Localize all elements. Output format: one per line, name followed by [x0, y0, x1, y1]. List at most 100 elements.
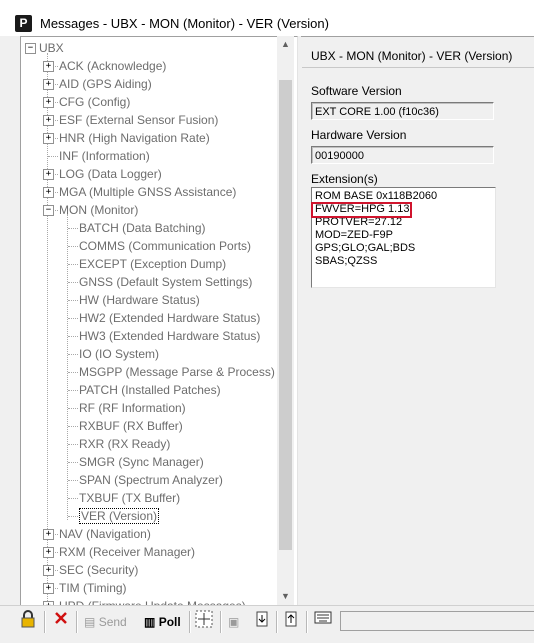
tree-item[interactable]: NAV (Navigation) — [59, 525, 151, 543]
tree-guide-line — [68, 300, 78, 301]
toolbar-separator — [276, 611, 278, 633]
tree-item[interactable]: LOG (Data Logger) — [59, 165, 162, 183]
tree-item[interactable]: ESF (External Sensor Fusion) — [59, 111, 218, 129]
extension-line: SBAS;QZSS — [315, 255, 378, 267]
expand-icon[interactable]: + — [43, 133, 54, 144]
expand-icon[interactable]: + — [43, 529, 54, 540]
extension-line: GPS;GLO;GAL;BDS — [315, 242, 416, 254]
tree-item-label: INF (Information) — [59, 149, 150, 163]
poll-button[interactable]: ▥ Poll — [144, 610, 181, 634]
tree-item[interactable]: CFG (Config) — [59, 93, 130, 111]
tree-item[interactable]: PATCH (Installed Patches) — [79, 381, 221, 399]
tree-item-label: MGA (Multiple GNSS Assistance) — [59, 185, 237, 199]
tree-item[interactable]: RXBUF (RX Buffer) — [79, 417, 183, 435]
tree-item[interactable]: MGA (Multiple GNSS Assistance) — [59, 183, 236, 201]
scrollbar-thumb[interactable] — [279, 80, 292, 550]
expand-icon[interactable]: + — [43, 547, 54, 558]
tree-guide-line — [68, 264, 78, 265]
tree-item[interactable]: HW2 (Extended Hardware Status) — [79, 309, 260, 327]
tree-item[interactable]: SPAN (Spectrum Analyzer) — [79, 471, 223, 489]
tree-item[interactable]: HW (Hardware Status) — [79, 291, 200, 309]
tree-item-label: RXR (RX Ready) — [79, 437, 171, 451]
tree-item-label: PATCH (Installed Patches) — [79, 383, 221, 397]
tree-item-label: RXM (Receiver Manager) — [59, 545, 196, 559]
expand-icon[interactable]: + — [43, 583, 54, 594]
export-icon[interactable] — [283, 610, 299, 634]
poll-icon: ▥ — [144, 615, 156, 629]
tree-item-ubx[interactable]: UBX — [39, 39, 64, 57]
tree-item[interactable]: EXCEPT (Exception Dump) — [79, 255, 226, 273]
tree-item[interactable]: IO (IO System) — [79, 345, 159, 363]
tree-item[interactable]: COMMS (Communication Ports) — [79, 237, 251, 255]
expand-icon[interactable]: + — [43, 115, 54, 126]
tree-item-label: ESF (External Sensor Fusion) — [59, 113, 219, 127]
tree-guide-line — [68, 372, 78, 373]
tree-item-label: SEC (Security) — [59, 563, 139, 577]
expand-icon[interactable]: + — [43, 169, 54, 180]
tree-item[interactable]: GNSS (Default System Settings) — [79, 273, 252, 291]
tree-item-label: RXBUF (RX Buffer) — [79, 419, 183, 433]
send-label: Send — [98, 615, 127, 629]
panel-title: UBX - MON (Monitor) - VER (Version) — [311, 49, 513, 63]
collapse-icon[interactable]: − — [25, 43, 36, 54]
send-icon: ▤ — [84, 615, 96, 629]
tree-item-label: HW2 (Extended Hardware Status) — [79, 311, 261, 325]
tree-item-label: HNR (High Navigation Rate) — [59, 131, 210, 145]
tree-guide-line — [68, 444, 78, 445]
tree-item[interactable]: INF (Information) — [59, 147, 150, 165]
delete-icon[interactable] — [53, 610, 69, 634]
tree-item[interactable]: ACK (Acknowledge) — [59, 57, 166, 75]
message-tree[interactable]: − UBX + ACK (Acknowledge) + AID (GPS Aiding) +… — [20, 36, 298, 606]
collapse-icon[interactable]: − — [43, 205, 54, 216]
tree-item-label: EXCEPT (Exception Dump) — [79, 257, 227, 271]
tree-item-label: RF (RF Information) — [79, 401, 186, 415]
scroll-up-arrow-icon[interactable]: ▲ — [277, 36, 294, 53]
expand-icon[interactable]: + — [43, 187, 54, 198]
window-title: Messages - UBX - MON (Monitor) - VER (Ve… — [40, 16, 329, 31]
toolbar-separator — [306, 611, 308, 633]
tree-item[interactable]: TIM (Timing) — [59, 579, 127, 597]
bottom-toolbar: ▤ Send ▥ Poll ▣ — [0, 605, 534, 643]
tree-item[interactable]: TXBUF (TX Buffer) — [79, 489, 180, 507]
tree-item[interactable]: RXR (RX Ready) — [79, 435, 170, 453]
copy-icon[interactable]: ▣ — [228, 610, 239, 634]
title-bar: P Messages - UBX - MON (Monitor) - VER (… — [0, 0, 534, 36]
hardware-version-field[interactable]: 00190000 — [311, 146, 494, 164]
tree-item[interactable]: RXM (Receiver Manager) — [59, 543, 195, 561]
fwver-highlight-box — [311, 202, 412, 218]
tree-item[interactable]: AID (GPS Aiding) — [59, 75, 152, 93]
extension-line: MOD=ZED-F9P — [315, 229, 393, 241]
tree-item[interactable]: VER (Version) — [79, 507, 160, 525]
tree-item-label: MSGPP (Message Parse & Process) — [79, 365, 275, 379]
crosshair-icon[interactable] — [195, 610, 213, 634]
tree-guide-line — [68, 246, 78, 247]
lock-icon[interactable] — [20, 610, 36, 634]
tree-guide-line — [68, 462, 78, 463]
tree-item[interactable]: BATCH (Data Batching) — [79, 219, 206, 237]
tree-item[interactable]: HNR (High Navigation Rate) — [59, 129, 210, 147]
import-icon[interactable] — [254, 610, 270, 634]
tree-scrollbar[interactable]: ▲ ▼ — [277, 36, 294, 605]
tree-item[interactable]: SEC (Security) — [59, 561, 138, 579]
keyboard-icon[interactable] — [314, 610, 332, 634]
tree-item-label: TIM (Timing) — [59, 581, 127, 595]
tree-item-label: VER (Version) — [79, 508, 160, 524]
tree-item[interactable]: RF (RF Information) — [79, 399, 186, 417]
tree-item-label: ACK (Acknowledge) — [59, 59, 167, 73]
software-version-field[interactable]: EXT CORE 1.00 (f10c36) — [311, 102, 494, 120]
tree-item-label: HW (Hardware Status) — [79, 293, 200, 307]
tree-guide-line — [68, 282, 78, 283]
tree-item[interactable]: MON (Monitor) — [59, 201, 138, 219]
expand-icon[interactable]: + — [43, 61, 54, 72]
expand-icon[interactable]: + — [43, 79, 54, 90]
tree-guide-line — [48, 156, 58, 157]
tree-item-label: SMGR (Sync Manager) — [79, 455, 204, 469]
scroll-down-arrow-icon[interactable]: ▼ — [277, 588, 294, 605]
tree-item[interactable]: SMGR (Sync Manager) — [79, 453, 204, 471]
tree-item[interactable]: MSGPP (Message Parse & Process) — [79, 363, 275, 381]
expand-icon[interactable]: + — [43, 565, 54, 576]
expand-icon[interactable]: + — [43, 97, 54, 108]
send-button[interactable]: ▤ Send — [84, 610, 127, 634]
tree-guide-line — [68, 408, 78, 409]
tree-item[interactable]: HW3 (Extended Hardware Status) — [79, 327, 260, 345]
